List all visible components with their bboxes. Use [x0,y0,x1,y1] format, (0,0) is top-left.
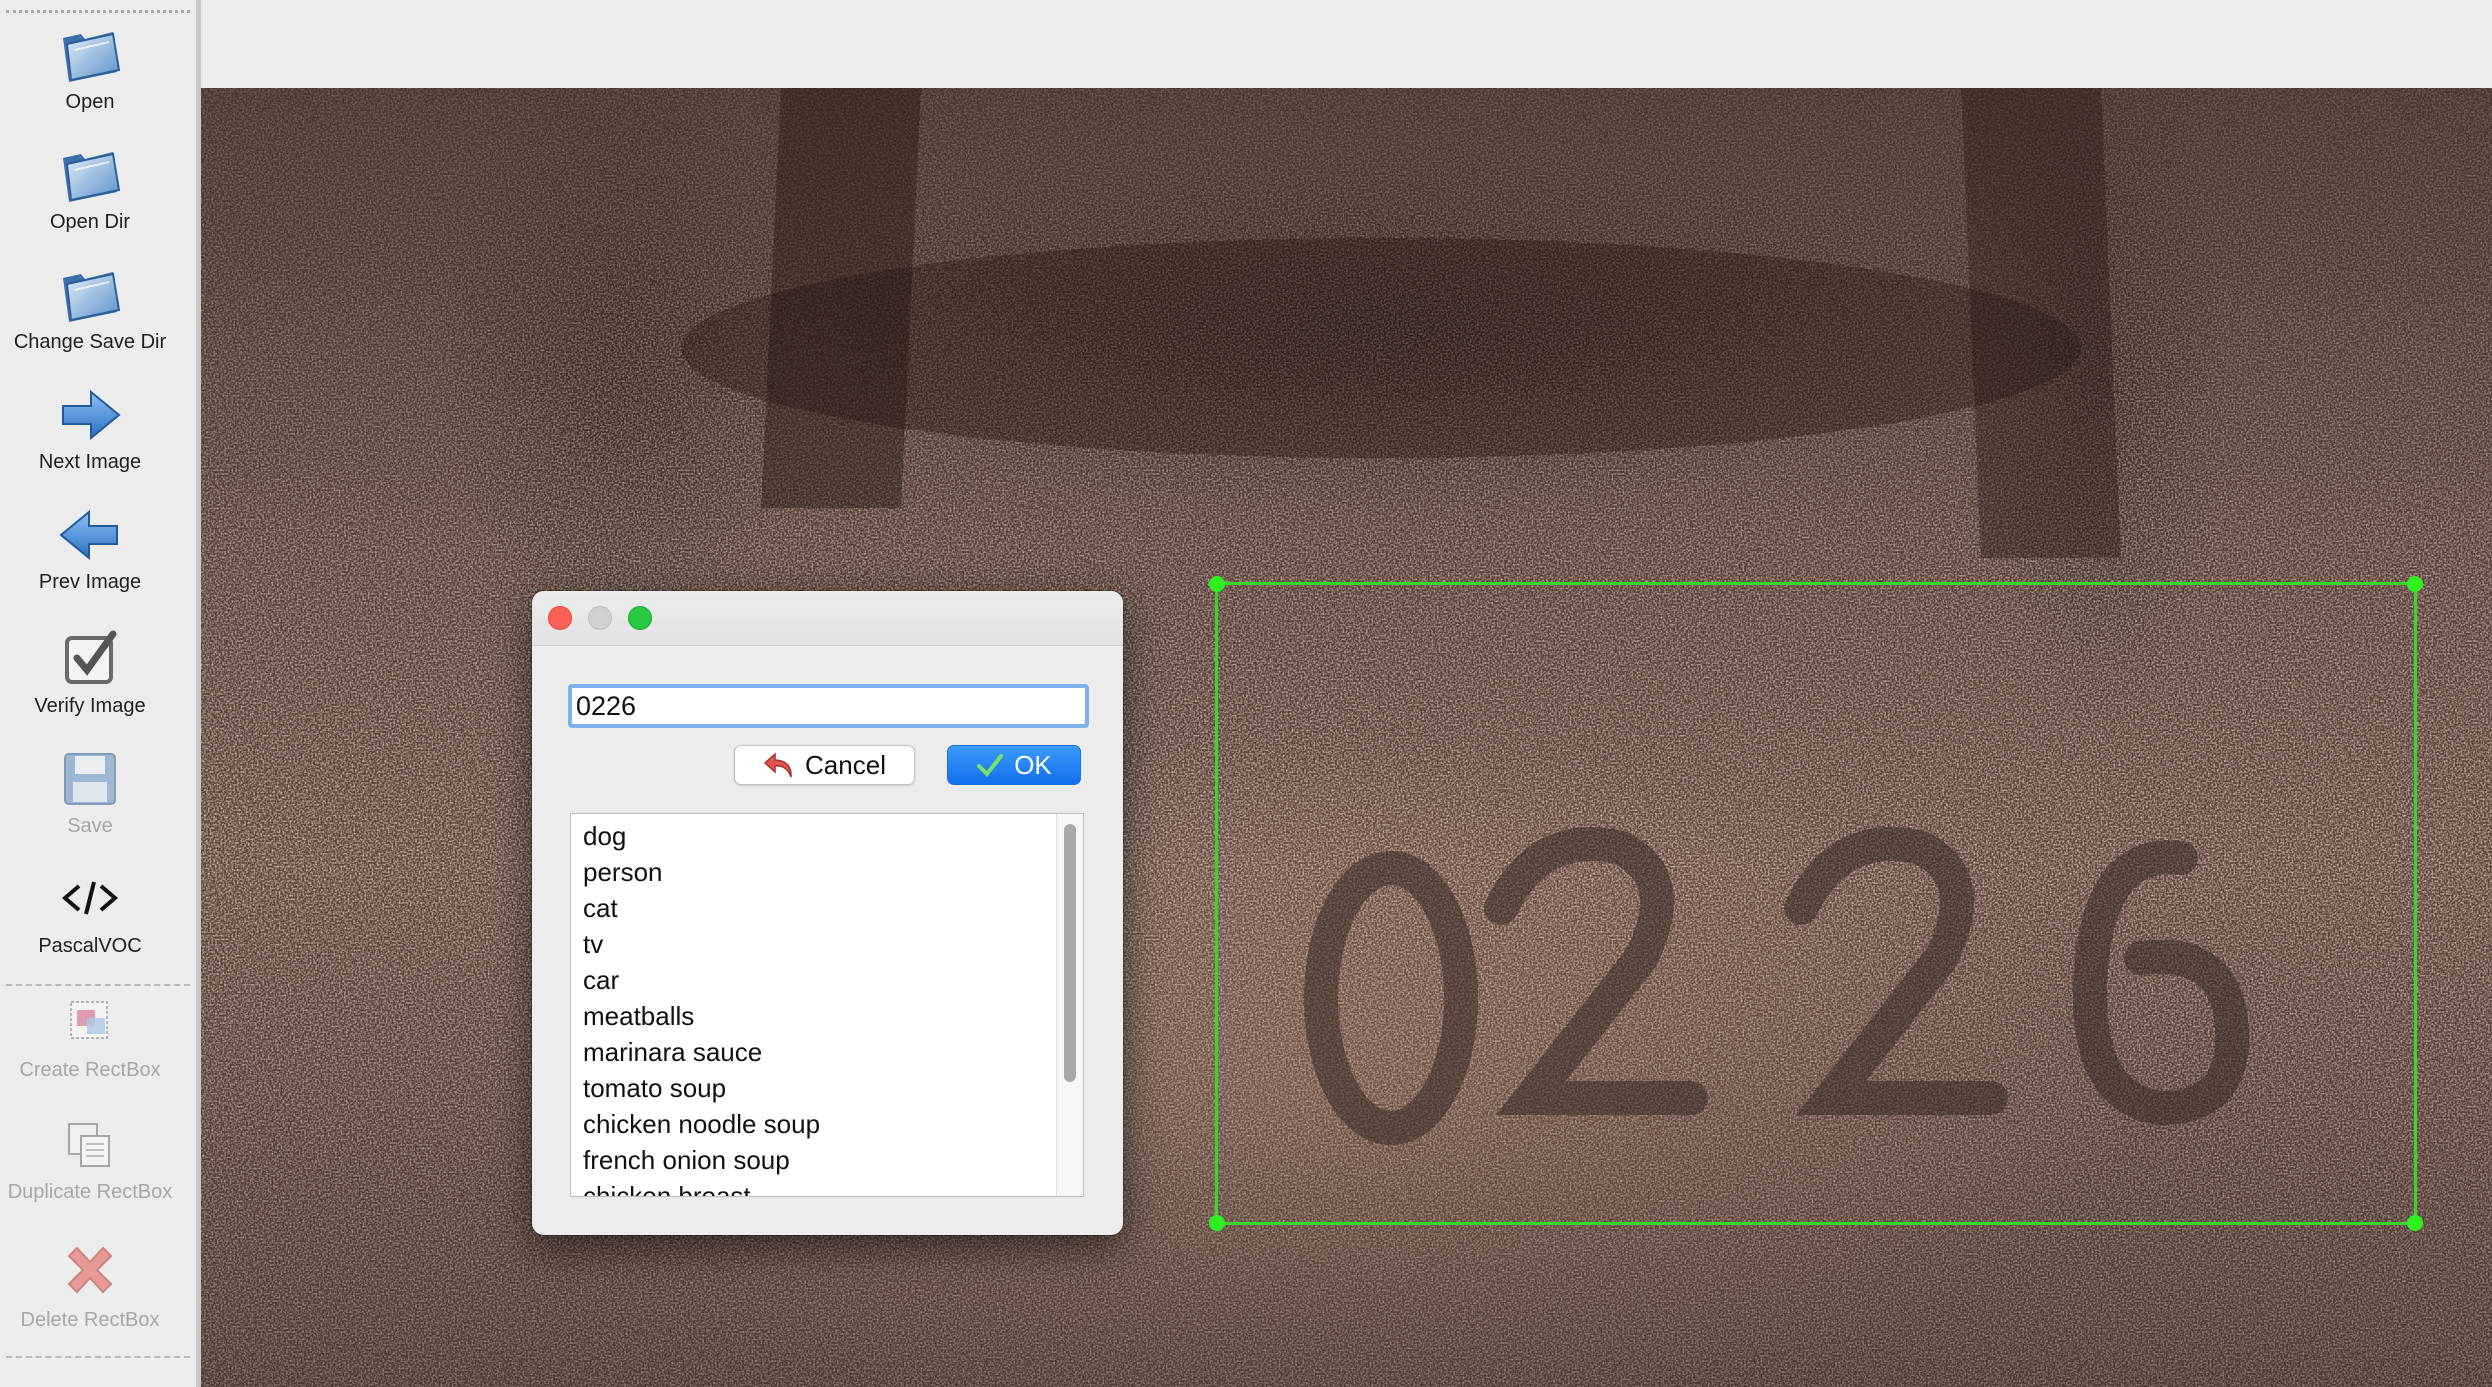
checkmark-icon [977,754,1004,778]
duplicate-rectbox-label: Duplicate RectBox [7,1181,173,1203]
arrow-right-icon [62,389,121,441]
ok-button[interactable]: OK [947,745,1081,785]
zoom-window-button[interactable] [628,606,652,630]
bbox-handle-bottom-left[interactable] [1209,1215,1225,1231]
pascalvoc-button[interactable]: PascalVOC [0,864,180,958]
list-item[interactable]: meatballs [583,998,1083,1034]
folder-icon [63,32,121,82]
list-item[interactable]: person [583,854,1083,890]
list-scrollbar[interactable] [1056,814,1083,1196]
cancel-label: Cancel [805,749,886,780]
list-item[interactable]: tomato soup [583,1070,1083,1106]
floppy-disk-icon [64,753,116,805]
change-save-dir-label: Change Save Dir [13,331,167,353]
cancel-button[interactable]: Cancel [734,745,915,785]
list-item[interactable]: cat [583,890,1083,926]
create-rectbox-icon [70,1001,108,1039]
minimize-window-button [588,606,612,630]
open-dir-label: Open Dir [49,211,131,233]
folder-icon [63,272,121,322]
prev-image-label: Prev Image [38,571,142,593]
open-button[interactable]: Open [0,20,180,114]
close-window-button[interactable] [548,606,572,630]
dialog-titlebar[interactable] [532,591,1123,646]
verify-image-button[interactable]: Verify Image [0,624,180,718]
list-item[interactable]: chicken noodle soup [583,1106,1083,1142]
bbox-handle-top-right[interactable] [2407,576,2423,592]
toolbar: Open Open Dir Change Save Dir Next Image [0,0,201,1387]
list-item[interactable]: marinara sauce [583,1034,1083,1070]
open-label: Open [65,91,115,113]
create-rectbox-button[interactable]: Create RectBox [0,988,180,1082]
ok-label: OK [1014,749,1052,780]
toolbar-grip[interactable] [6,10,190,13]
label-dialog: Cancel OK dog person cat tv car meatball… [532,591,1123,1235]
code-tag-icon [61,881,119,915]
save-label: Save [67,815,113,837]
list-item[interactable]: french onion soup [583,1142,1083,1178]
bbox-handle-bottom-right[interactable] [2407,1215,2423,1231]
delete-rectbox-button[interactable]: Delete RectBox [0,1238,180,1332]
bounding-box[interactable] [1209,576,2423,1231]
bbox-handle-top-left[interactable] [1209,576,1225,592]
delete-rectbox-label: Delete RectBox [20,1309,160,1331]
undo-arrow-icon [763,752,792,778]
change-save-dir-button[interactable]: Change Save Dir [0,260,180,354]
folder-icon [63,152,121,202]
list-item[interactable]: dog [583,818,1083,854]
next-image-label: Next Image [38,451,142,473]
list-item[interactable]: chicken breast [583,1178,1083,1196]
save-button[interactable]: Save [0,744,180,838]
verify-image-label: Verify Image [34,695,146,717]
list-scrollbar-thumb[interactable] [1064,824,1076,1082]
create-rectbox-label: Create RectBox [19,1059,161,1081]
prev-image-button[interactable]: Prev Image [0,500,180,594]
toolbar-separator [6,1356,190,1358]
checkbox-icon [65,630,117,684]
pascalvoc-label: PascalVOC [38,935,142,957]
label-input[interactable] [568,684,1089,728]
toolbar-separator [6,984,190,986]
list-item[interactable]: tv [583,926,1083,962]
duplicate-icon [68,1123,110,1167]
list-item[interactable]: car [583,962,1083,998]
duplicate-rectbox-button[interactable]: Duplicate RectBox [0,1110,180,1204]
label-list[interactable]: dog person cat tv car meatballs marinara… [570,813,1084,1197]
delete-x-icon [67,1246,113,1294]
next-image-button[interactable]: Next Image [0,380,180,474]
arrow-left-icon [59,509,118,561]
open-dir-button[interactable]: Open Dir [0,140,180,234]
